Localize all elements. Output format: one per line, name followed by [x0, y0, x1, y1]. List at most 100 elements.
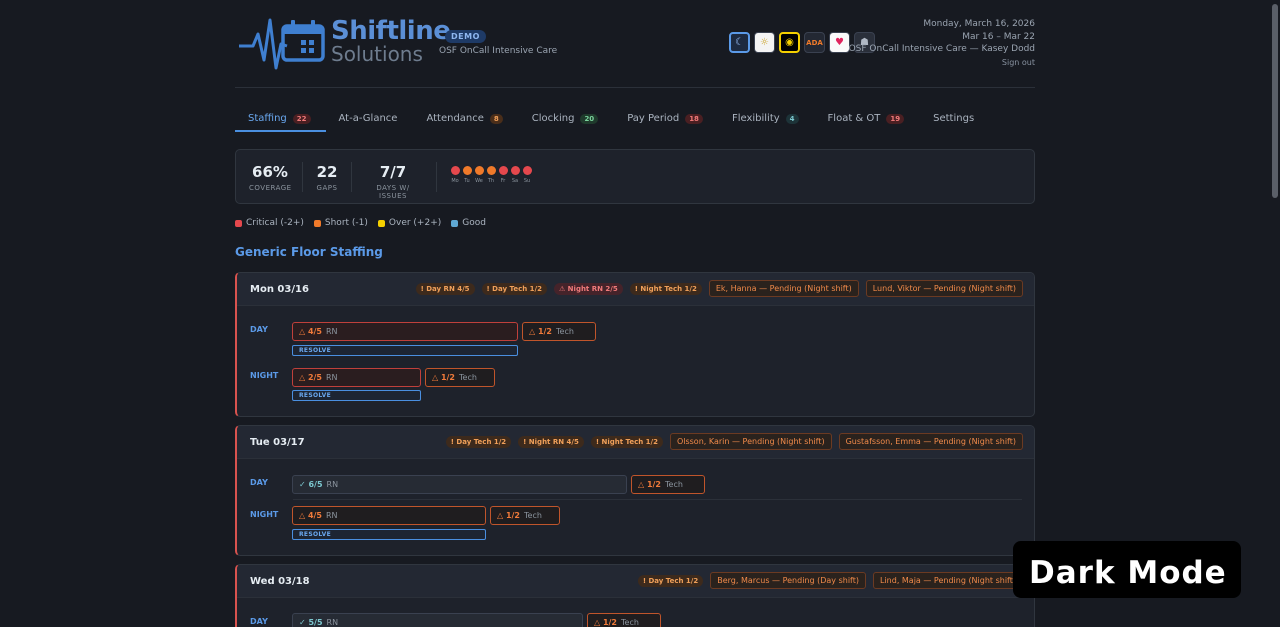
tab-label: Attendance — [426, 113, 484, 124]
rn-count: △ 2/5 — [299, 373, 322, 382]
tab-staffing[interactable]: Staffing 22 — [235, 108, 326, 132]
pending-request[interactable]: Berg, Marcus — Pending (Day shift) — [710, 572, 866, 589]
legend-label: Good — [462, 218, 486, 228]
tab-at-a-glance[interactable]: At-a-Glance — [326, 108, 398, 132]
day-rn-slot[interactable]: ✓ 5/5 RN — [292, 613, 583, 627]
status-dot-icon — [462, 166, 472, 175]
light-theme-button[interactable]: ☼ — [754, 32, 775, 53]
stat-divider — [302, 162, 303, 192]
role-label: Tech — [556, 327, 574, 336]
tab-attendance[interactable]: Attendance 8 — [413, 108, 503, 132]
day-date: Wed 03/18 — [250, 576, 310, 587]
legend-item: Short (-1) — [313, 218, 368, 228]
day-abbrev: We — [475, 178, 483, 184]
staffing-summary-panel: 66% COVERAGE 22 GAPS 7/7 DAYS W/ ISSUES … — [235, 149, 1035, 204]
days-with-issues-value: 7/7 — [379, 163, 407, 181]
role-label: RN — [326, 480, 339, 489]
tech-count: △ 1/2 — [638, 480, 661, 489]
day-card: Wed 03/18 ! Day Tech 1/2 Berg, Marcus — … — [235, 564, 1035, 627]
brand-subtitle: Solutions — [331, 42, 423, 66]
night-rn-slot[interactable]: △ 4/5 RN — [292, 506, 486, 525]
high-contrast-theme-button[interactable]: ◉ — [779, 32, 800, 53]
tab-settings[interactable]: Settings — [920, 108, 974, 132]
day-abbrev: Su — [523, 178, 531, 184]
shift-label-day: DAY — [250, 478, 268, 487]
tab-label: Settings — [933, 113, 975, 124]
heart-theme-button[interactable]: ♥ — [829, 32, 850, 53]
tab-count-badge: 22 — [292, 114, 311, 124]
day-rn-slot[interactable]: △ 4/5 RN — [292, 322, 518, 341]
issue-chips: ! Day RN 4/5 ! Day Tech 1/2 ⚠ Night RN 2… — [415, 280, 1023, 297]
night-rn-slot[interactable]: △ 2/5 RN — [292, 368, 421, 387]
stat-divider — [436, 162, 437, 192]
legend-item: Good — [451, 218, 486, 228]
role-label: Tech — [524, 511, 542, 520]
pending-request[interactable]: Gustafsson, Emma — Pending (Night shift) — [838, 433, 1023, 450]
pending-request[interactable]: Ek, Hanna — Pending (Night shift) — [708, 280, 859, 297]
days-with-issues-stat: 7/7 DAYS W/ ISSUES — [362, 163, 424, 200]
role-label: Tech — [459, 373, 477, 382]
rn-count: ✓ 5/5 — [299, 618, 323, 627]
day-tech-slot[interactable]: △ 1/2 Tech — [522, 322, 596, 341]
status-dot-icon — [486, 166, 496, 175]
sign-out-link[interactable]: Sign out — [849, 57, 1035, 70]
pending-request[interactable]: Olsson, Karin — Pending (Night shift) — [669, 433, 832, 450]
role-label: RN — [326, 373, 338, 382]
day-tech-slot[interactable]: △ 1/2 Tech — [631, 475, 705, 494]
resolve-button[interactable]: RESOLVE — [292, 529, 486, 540]
page-scrollbar[interactable] — [1272, 4, 1278, 198]
tab-label: Float & OT — [827, 113, 881, 124]
legend-item: Critical (-2+) — [235, 218, 304, 228]
shift-label-day: DAY — [250, 617, 268, 626]
tab-clocking[interactable]: Clocking 20 — [519, 108, 599, 132]
issue-chip: ⚠ Night RN 2/5 — [553, 282, 623, 295]
legend-label: Critical (-2+) — [246, 218, 304, 228]
gaps-label: GAPS — [316, 184, 338, 192]
ada-theme-button[interactable]: ADA — [804, 32, 825, 53]
day-rn-slot[interactable]: ✓ 6/5 RN — [292, 475, 627, 494]
days-with-issues-label: DAYS W/ ISSUES — [376, 184, 410, 200]
role-label: RN — [326, 511, 338, 520]
resolve-button[interactable]: RESOLVE — [292, 345, 518, 356]
header-info: Monday, March 16, 2026 Mar 16 – Mar 22 O… — [849, 18, 1035, 69]
day-status-dot: Sa — [510, 166, 520, 184]
day-card-header: Tue 03/17 ! Day Tech 1/2 ! Night RN 4/5 … — [237, 426, 1034, 459]
day-status-dot: Th — [486, 166, 496, 184]
legend-swatch-icon — [451, 219, 459, 227]
day-status-dot: Su — [522, 166, 532, 184]
tab-count-badge: 8 — [489, 114, 503, 124]
tech-count: △ 1/2 — [497, 511, 520, 520]
role-label: Tech — [621, 618, 639, 627]
tab-count-badge: 20 — [580, 114, 599, 124]
gaps-stat: 22 GAPS — [314, 163, 340, 192]
gaps-value: 22 — [316, 163, 338, 181]
tab-pay-period[interactable]: Pay Period 18 — [614, 108, 703, 132]
issue-chips: ! Day Tech 1/2 ! Night RN 4/5 ! Night Te… — [445, 433, 1023, 450]
dark-theme-button[interactable]: ☾ — [729, 32, 750, 53]
tab-label: Clocking — [531, 113, 575, 124]
shift-label-night: NIGHT — [250, 371, 279, 380]
demo-badge: DEMO — [445, 30, 486, 43]
week-range: Mar 16 – Mar 22 — [962, 31, 1035, 42]
issue-chip: ! Night Tech 1/2 — [629, 282, 702, 295]
legend-item: Over (+2+) — [377, 218, 441, 228]
pending-request[interactable]: Lind, Maja — Pending (Night shift) — [872, 572, 1023, 589]
day-status-dot: Tu — [462, 166, 472, 184]
role-label: Tech — [665, 480, 683, 489]
tab-float-ot[interactable]: Float & OT 19 — [815, 108, 905, 132]
day-tech-slot[interactable]: △ 1/2 Tech — [587, 613, 661, 627]
resolve-button[interactable]: RESOLVE — [292, 390, 421, 401]
issue-chip: ! Night Tech 1/2 — [590, 435, 663, 448]
legend-swatch-icon — [235, 219, 242, 227]
day-card: Tue 03/17 ! Day Tech 1/2 ! Night RN 4/5 … — [235, 425, 1035, 556]
night-tech-slot[interactable]: △ 1/2 Tech — [490, 506, 560, 525]
tab-flexibility[interactable]: Flexibility 4 — [719, 108, 799, 132]
tab-count-badge: 4 — [785, 114, 799, 124]
day-abbrev: Tu — [464, 178, 470, 184]
pending-request[interactable]: Lund, Viktor — Pending (Night shift) — [865, 280, 1023, 297]
day-abbrev: Th — [487, 178, 495, 184]
issue-chip: ! Day Tech 1/2 — [481, 282, 547, 295]
night-tech-slot[interactable]: △ 1/2 Tech — [425, 368, 495, 387]
shift-divider — [293, 499, 1022, 500]
status-legend: Critical (-2+) Short (-1) Over (+2+) Good — [235, 218, 486, 228]
